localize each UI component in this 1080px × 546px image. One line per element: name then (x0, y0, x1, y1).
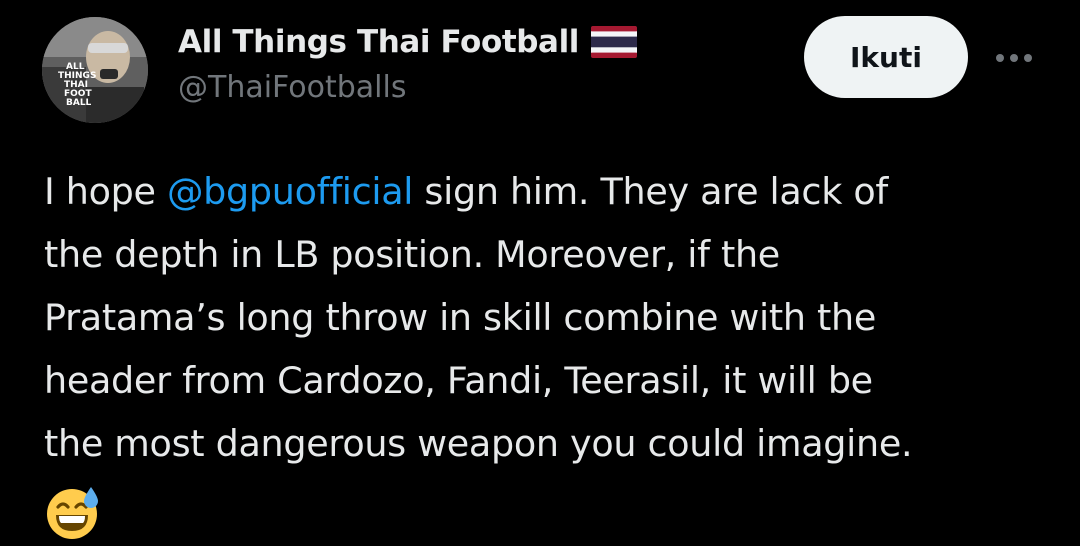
author-name-row[interactable]: All Things Thai Football (178, 20, 638, 64)
tweet-emoji-line (44, 475, 1054, 541)
mention-link[interactable]: @bgpuofficial (167, 170, 413, 213)
avatar-image: ALL THINGS THAI FOOT BALL (42, 17, 148, 123)
tweet-line: Pratama’s long throw in skill combine wi… (44, 296, 877, 339)
more-icon (996, 54, 1032, 62)
avatar[interactable]: ALL THINGS THAI FOOT BALL (42, 17, 148, 123)
tweet-line: the depth in LB position. Moreover, if t… (44, 233, 780, 276)
tweet-line: header from Cardozo, Fandi, Teerasil, it… (44, 359, 873, 402)
more-options-button[interactable] (986, 38, 1042, 78)
tweet-text: I hope @bgpuofficial sign him. They are … (44, 160, 1054, 541)
tweet-line: I hope @bgpuofficial sign him. They are … (44, 160, 1054, 223)
follow-button[interactable]: Ikuti (804, 16, 968, 98)
author-handle[interactable]: @ThaiFootballs (178, 70, 406, 105)
display-name[interactable]: All Things Thai Football (178, 24, 579, 60)
grinning-face-with-sweat-icon (47, 486, 98, 539)
tweet-text-segment: I hope (44, 170, 167, 213)
tweet-text-segment: sign him. They are lack of (413, 170, 888, 213)
thailand-flag-icon (591, 26, 638, 58)
tweet: ALL THINGS THAI FOOT BALL All Things Tha… (0, 0, 1080, 546)
tweet-line: the most dangerous weapon you could imag… (44, 422, 913, 465)
svg-text:BALL: BALL (66, 98, 92, 108)
